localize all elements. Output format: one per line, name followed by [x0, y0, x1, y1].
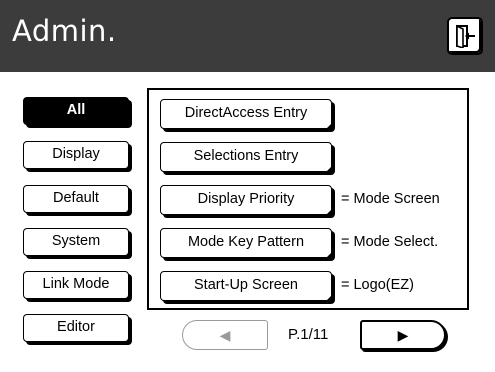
option-label: Start-Up Screen	[194, 277, 298, 293]
previous-page-button[interactable]: ◀	[182, 320, 268, 350]
sidebar-item-all[interactable]: All	[23, 97, 129, 125]
sidebar-item-label: Display	[52, 146, 100, 162]
title-bar: Admin.	[0, 0, 495, 72]
sidebar-item-label: System	[51, 233, 101, 249]
submenu-corner-icon	[326, 166, 332, 172]
left-arrow-icon: ◀	[219, 327, 231, 343]
sidebar-item-link-mode[interactable]: Link Mode	[23, 271, 129, 299]
sidebar-item-editor[interactable]: Editor	[23, 314, 129, 342]
start-up-screen-value: = Logo(EZ)	[341, 277, 414, 293]
sidebar-item-label: Default	[53, 190, 99, 206]
page-title: Admin.	[12, 14, 117, 48]
page-indicator: P.1/11	[288, 326, 329, 343]
option-label: Selections Entry	[193, 148, 299, 164]
submenu-corner-icon	[326, 209, 332, 215]
submenu-corner-icon	[326, 123, 332, 129]
start-up-screen-button[interactable]: Start-Up Screen	[160, 271, 332, 301]
right-arrow-icon: ▶	[397, 327, 409, 343]
direct-access-entry-button[interactable]: DirectAccess Entry	[160, 99, 332, 129]
mode-key-pattern-value: = Mode Select.	[341, 234, 439, 250]
sidebar-item-system[interactable]: System	[23, 228, 129, 256]
option-label: Display Priority	[197, 191, 295, 207]
next-page-button[interactable]: ▶	[360, 320, 446, 350]
exit-door-icon	[456, 24, 475, 48]
display-priority-value: = Mode Screen	[341, 191, 440, 207]
submenu-corner-icon	[326, 252, 332, 258]
sidebar-item-default[interactable]: Default	[23, 185, 129, 213]
sidebar-item-label: Link Mode	[42, 276, 110, 292]
submenu-corner-icon	[326, 295, 332, 301]
option-label: DirectAccess Entry	[184, 105, 308, 121]
display-priority-button[interactable]: Display Priority	[160, 185, 332, 215]
sidebar-item-label: Editor	[57, 319, 95, 335]
sidebar-item-display[interactable]: Display	[23, 141, 129, 169]
mode-key-pattern-button[interactable]: Mode Key Pattern	[160, 228, 332, 258]
sidebar-item-label: All	[66, 102, 86, 118]
selections-entry-button[interactable]: Selections Entry	[160, 142, 332, 172]
exit-button[interactable]	[447, 17, 483, 55]
option-label: Mode Key Pattern	[187, 234, 305, 250]
